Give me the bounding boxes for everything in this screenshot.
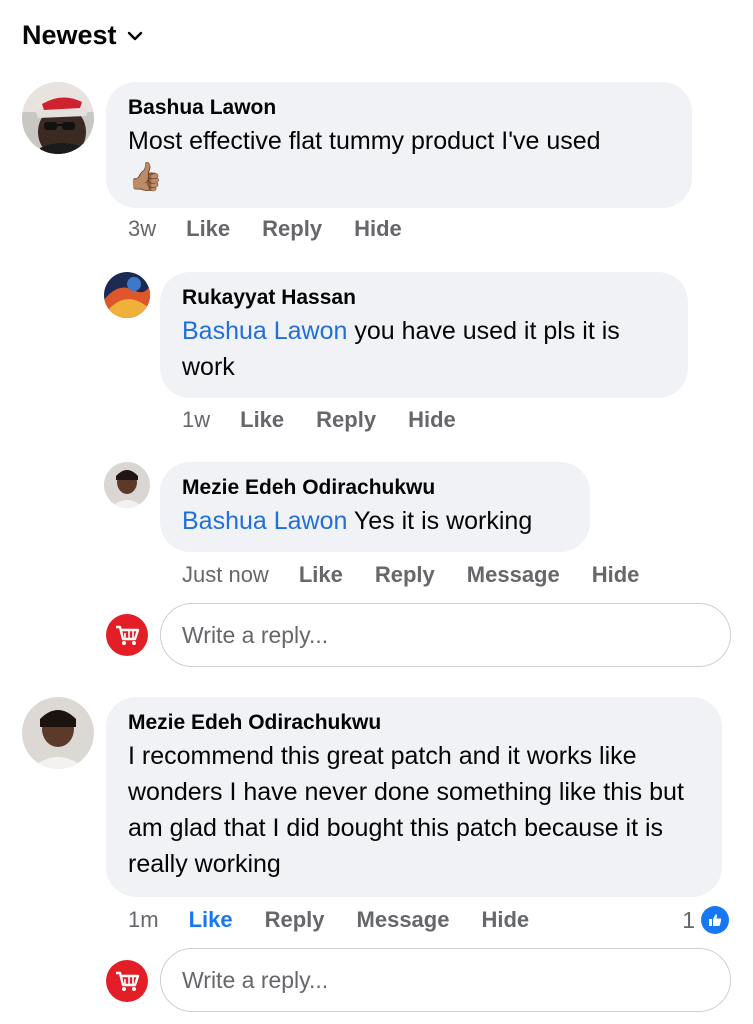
comment-author[interactable]: Mezie Edeh Odirachukwu	[128, 710, 700, 736]
avatar[interactable]	[104, 462, 150, 508]
mention-link[interactable]: Bashua Lawon	[182, 317, 347, 345]
comment-text: Most effective flat tummy product I've u…	[128, 123, 670, 196]
reply-input[interactable]: Write a reply...	[160, 948, 731, 1012]
reply-input-placeholder: Write a reply...	[182, 621, 329, 648]
comment-author[interactable]: Bashua Lawon	[128, 95, 670, 121]
comment-bubble: Mezie Edeh Odirachukwu I recommend this …	[106, 697, 722, 897]
reaction-summary[interactable]: 1	[682, 906, 729, 934]
hide-button[interactable]: Hide	[481, 907, 529, 933]
reply-actions: 1w Like Reply Hide	[182, 407, 488, 433]
reply-time[interactable]: Just now	[182, 562, 269, 588]
shopping-cart-icon	[106, 614, 148, 656]
shopping-cart-icon	[106, 960, 148, 1002]
sort-label: Newest	[22, 20, 117, 50]
like-button[interactable]: Like	[186, 216, 230, 242]
mention-link[interactable]: Bashua Lawon	[182, 507, 347, 535]
comment-time[interactable]: 3w	[128, 216, 156, 242]
reply-body: Yes it is working	[347, 507, 533, 535]
comment-bubble: Bashua Lawon Most effective flat tummy p…	[106, 82, 692, 208]
like-button[interactable]: Like	[189, 907, 233, 933]
avatar[interactable]	[104, 272, 150, 318]
comment-actions: 1m Like Reply Message Hide	[128, 907, 561, 933]
like-button[interactable]: Like	[299, 562, 343, 588]
like-reaction-icon	[701, 906, 729, 934]
sort-dropdown[interactable]: Newest	[22, 20, 145, 51]
reply-button[interactable]: Reply	[262, 216, 322, 242]
hide-button[interactable]: Hide	[592, 562, 640, 588]
reply-input-placeholder: Write a reply...	[182, 966, 329, 993]
reply-author[interactable]: Mezie Edeh Odirachukwu	[182, 475, 568, 501]
message-button[interactable]: Message	[467, 562, 560, 588]
reply-text: Bashua Lawon you have used it pls it is …	[182, 313, 666, 385]
reaction-count: 1	[682, 906, 695, 933]
reply-button[interactable]: Reply	[316, 407, 376, 433]
hide-button[interactable]: Hide	[408, 407, 456, 433]
reply-input[interactable]: Write a reply...	[160, 603, 731, 667]
reply-text: Bashua Lawon Yes it is working	[182, 503, 568, 539]
like-button[interactable]: Like	[240, 407, 284, 433]
chevron-down-icon	[127, 31, 142, 40]
avatar[interactable]	[22, 82, 94, 154]
thumbs-up-icon: 👍🏽	[128, 161, 163, 192]
comment-actions: 3w Like Reply Hide	[128, 216, 434, 242]
reply-author[interactable]: Rukayyat Hassan	[182, 285, 666, 311]
comment-time[interactable]: 1m	[128, 907, 159, 933]
reply-time[interactable]: 1w	[182, 407, 210, 433]
avatar[interactable]	[22, 697, 94, 769]
reply-actions: Just now Like Reply Message Hide	[182, 562, 671, 588]
reply-button[interactable]: Reply	[375, 562, 435, 588]
hide-button[interactable]: Hide	[354, 216, 402, 242]
message-button[interactable]: Message	[357, 907, 450, 933]
reply-button[interactable]: Reply	[265, 907, 325, 933]
reply-bubble: Rukayyat Hassan Bashua Lawon you have us…	[160, 272, 688, 398]
comment-body: Most effective flat tummy product I've u…	[128, 127, 601, 155]
reply-bubble: Mezie Edeh Odirachukwu Bashua Lawon Yes …	[160, 462, 590, 552]
comment-text: I recommend this great patch and it work…	[128, 742, 684, 878]
